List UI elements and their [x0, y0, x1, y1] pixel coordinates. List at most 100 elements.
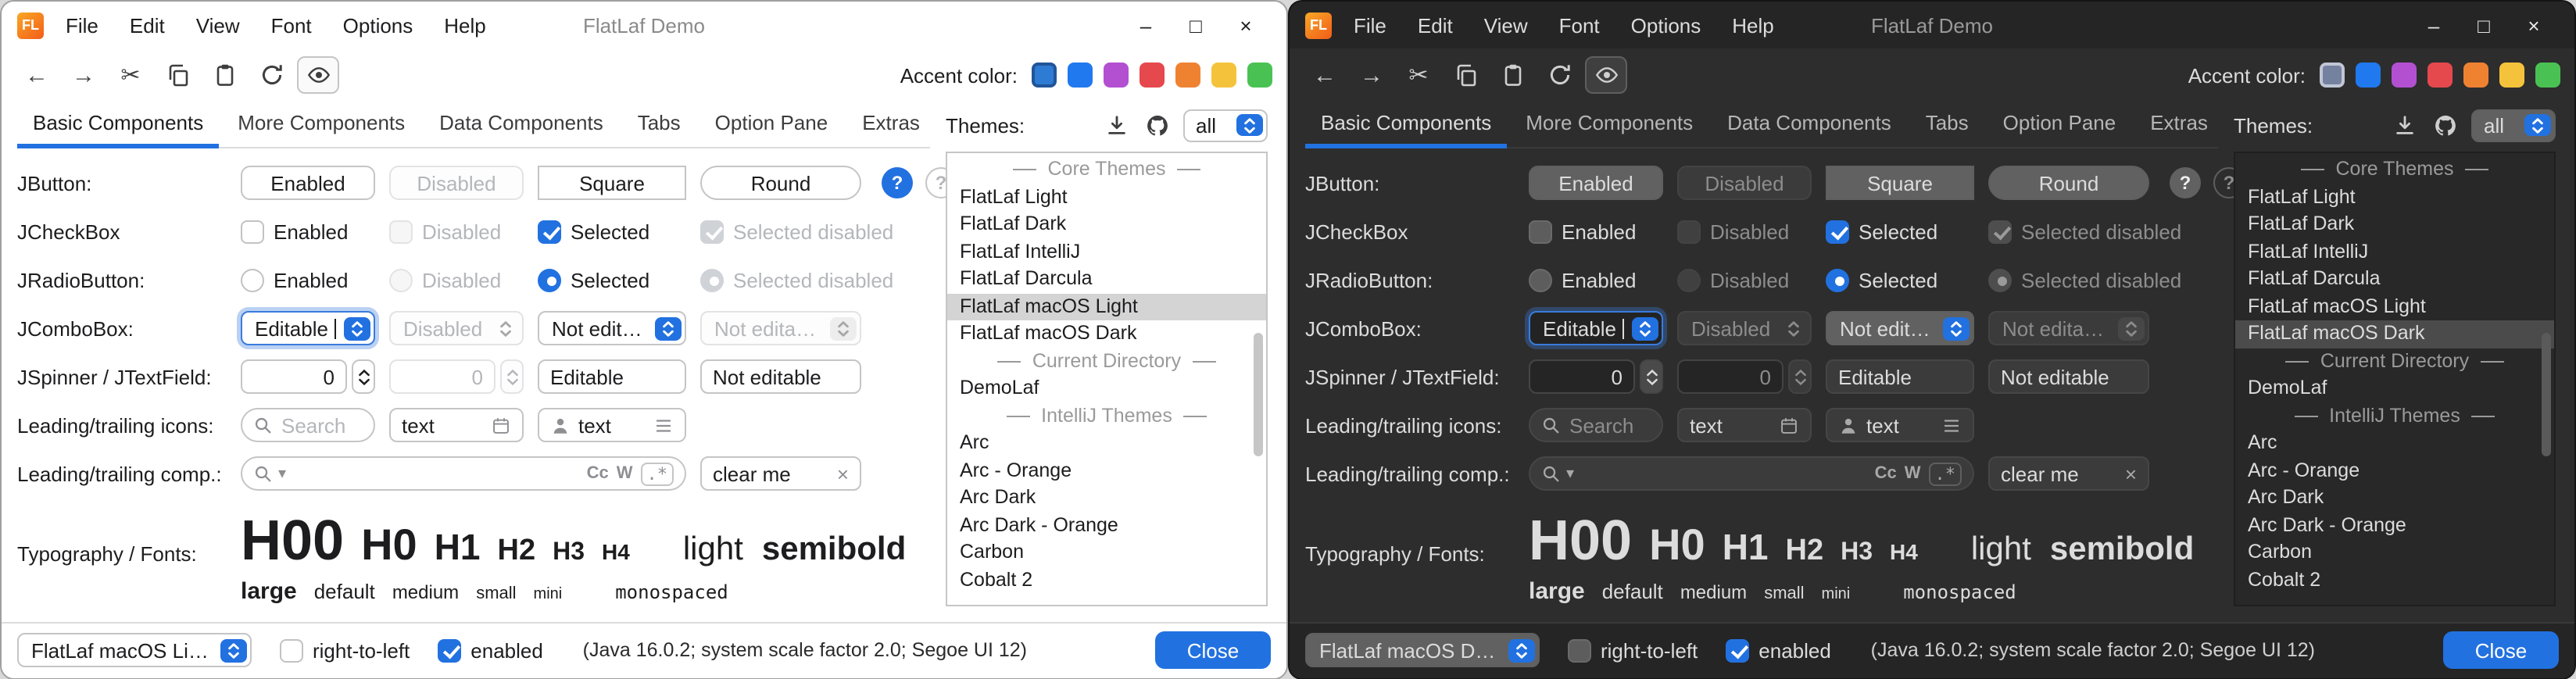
square-button[interactable]: Square: [538, 166, 686, 200]
checkbox-enabled[interactable]: Enabled: [241, 220, 375, 243]
whole-word-icon[interactable]: W: [1905, 464, 1921, 483]
user-textfield[interactable]: text: [1826, 408, 1974, 442]
clear-icon[interactable]: ×: [2125, 462, 2137, 485]
combobox-not-editable[interactable]: Not editable: [1826, 311, 1974, 345]
eye-icon[interactable]: [1585, 56, 1627, 94]
theme-list-item[interactable]: Arc: [947, 430, 1266, 457]
calendar-icon[interactable]: [491, 415, 511, 435]
theme-list-item[interactable]: FlatLaf Darcula: [947, 266, 1266, 293]
close-button[interactable]: Close: [1155, 631, 1271, 669]
close-window-icon[interactable]: ×: [2509, 13, 2559, 37]
look-and-feel-combo[interactable]: FlatLaf macOS Li…: [17, 633, 252, 667]
theme-list-item[interactable]: Current Directory: [947, 348, 1266, 375]
theme-list-item[interactable]: DemoLaf: [2235, 375, 2554, 402]
accent-color-swatch[interactable]: [1032, 63, 1057, 88]
menu-item[interactable]: Options: [1631, 13, 1701, 37]
theme-list-item[interactable]: Arc Dark - Orange: [947, 512, 1266, 539]
search-input[interactable]: Search: [1529, 408, 1663, 442]
enabled-button[interactable]: Enabled: [241, 166, 375, 200]
regex-icon[interactable]: .*: [1929, 462, 1962, 485]
look-and-feel-combo[interactable]: FlatLaf macOS D…: [1305, 633, 1540, 667]
theme-list-item[interactable]: Arc Dark - Orange: [2235, 512, 2554, 539]
editable-textfield[interactable]: Editable: [1826, 359, 1974, 394]
menu-item[interactable]: File: [66, 13, 98, 37]
accent-color-swatch[interactable]: [1247, 63, 1272, 88]
spinner-stepper-icon[interactable]: [1640, 359, 1663, 394]
radio-enabled[interactable]: Enabled: [1529, 268, 1663, 291]
theme-list-item[interactable]: Arc - Orange: [2235, 457, 2554, 484]
minimize-icon[interactable]: –: [2409, 13, 2459, 37]
radio-icon[interactable]: [1529, 268, 1552, 291]
theme-list-item[interactable]: FlatLaf IntelliJ: [2235, 238, 2554, 266]
radio-enabled[interactable]: Enabled: [241, 268, 375, 291]
download-icon[interactable]: [1102, 111, 1130, 139]
github-icon[interactable]: [2431, 111, 2459, 139]
close-button[interactable]: Close: [2443, 631, 2559, 669]
accent-color-swatch[interactable]: [1175, 63, 1200, 88]
enabled-checkbox[interactable]: enabled: [438, 638, 543, 662]
theme-list-item[interactable]: Core Themes: [2235, 156, 2554, 184]
theme-list-item[interactable]: Cobalt 2: [2235, 566, 2554, 594]
spinner[interactable]: 0: [241, 359, 375, 394]
checkbox-enabled[interactable]: Enabled: [1529, 220, 1663, 243]
theme-list-item[interactable]: FlatLaf macOS Light: [947, 293, 1266, 320]
combo-arrows-icon[interactable]: [1631, 316, 1658, 340]
combo-arrows-icon[interactable]: [1942, 316, 1969, 340]
accent-color-swatch[interactable]: [2392, 63, 2417, 88]
tab[interactable]: Basic Components: [17, 102, 219, 148]
spinner[interactable]: 0: [1529, 359, 1663, 394]
minimize-icon[interactable]: –: [1121, 13, 1171, 37]
accent-color-swatch[interactable]: [1211, 63, 1236, 88]
chevron-down-icon[interactable]: ▾: [278, 465, 286, 482]
tab[interactable]: Extras: [846, 102, 936, 148]
menu-item[interactable]: Help: [1732, 13, 1774, 37]
radio-selected[interactable]: Selected: [1826, 268, 1974, 291]
accent-color-swatch[interactable]: [2463, 63, 2488, 88]
theme-list-item[interactable]: IntelliJ Themes: [947, 402, 1266, 430]
eye-icon[interactable]: [297, 56, 339, 94]
tab[interactable]: More Components: [222, 102, 420, 148]
round-button[interactable]: Round: [700, 166, 861, 200]
radio-checked-icon[interactable]: [538, 268, 561, 291]
list-menu-icon[interactable]: [653, 415, 674, 435]
menu-item[interactable]: Font: [271, 13, 312, 37]
calendar-icon[interactable]: [1779, 415, 1799, 435]
square-button[interactable]: Square: [1826, 166, 1974, 200]
checkbox-checked-icon[interactable]: [1826, 220, 1849, 243]
theme-list-item[interactable]: Carbon: [947, 539, 1266, 566]
menu-item[interactable]: File: [1354, 13, 1386, 37]
checkbox-selected[interactable]: Selected: [538, 220, 686, 243]
spinner-value[interactable]: 0: [241, 359, 347, 394]
combo-arrows-icon[interactable]: [654, 316, 681, 340]
menu-item[interactable]: Edit: [1418, 13, 1453, 37]
tab[interactable]: Data Components: [1712, 102, 1907, 148]
checkbox-checked-icon[interactable]: [1726, 638, 1749, 662]
theme-list-item[interactable]: FlatLaf Darcula: [2235, 266, 2554, 293]
clear-me-input[interactable]: clear me ×: [1988, 456, 2149, 491]
theme-list-item[interactable]: FlatLaf Dark: [2235, 211, 2554, 238]
accent-color-swatch[interactable]: [1140, 63, 1165, 88]
match-case-icon[interactable]: Cc: [1875, 464, 1897, 483]
theme-list-item[interactable]: Cobalt 2: [947, 566, 1266, 594]
theme-list-item[interactable]: Arc Dark: [2235, 484, 2554, 512]
tab[interactable]: More Components: [1510, 102, 1708, 148]
combo-arrows-icon[interactable]: [1236, 114, 1262, 136]
accent-color-swatch[interactable]: [1068, 63, 1093, 88]
theme-list-item[interactable]: Carbon: [2235, 539, 2554, 566]
tab[interactable]: Option Pane: [699, 102, 844, 148]
search-input[interactable]: Search: [241, 408, 375, 442]
date-textfield[interactable]: text: [389, 408, 524, 442]
combobox-editable[interactable]: Editable: [241, 311, 375, 345]
clear-icon[interactable]: ×: [837, 462, 849, 485]
tab[interactable]: Option Pane: [1987, 102, 2132, 148]
theme-list-item[interactable]: Arc Dark: [947, 484, 1266, 512]
whole-word-icon[interactable]: W: [617, 464, 633, 483]
download-icon[interactable]: [2390, 111, 2418, 139]
theme-list-item[interactable]: FlatLaf Light: [947, 184, 1266, 211]
checkbox-icon[interactable]: [1529, 220, 1552, 243]
close-window-icon[interactable]: ×: [1221, 13, 1271, 37]
right-to-left-checkbox[interactable]: right-to-left: [1568, 638, 1698, 662]
tab[interactable]: Extras: [2134, 102, 2224, 148]
theme-list-item[interactable]: IntelliJ Themes: [2235, 402, 2554, 430]
regex-icon[interactable]: .*: [641, 462, 674, 485]
